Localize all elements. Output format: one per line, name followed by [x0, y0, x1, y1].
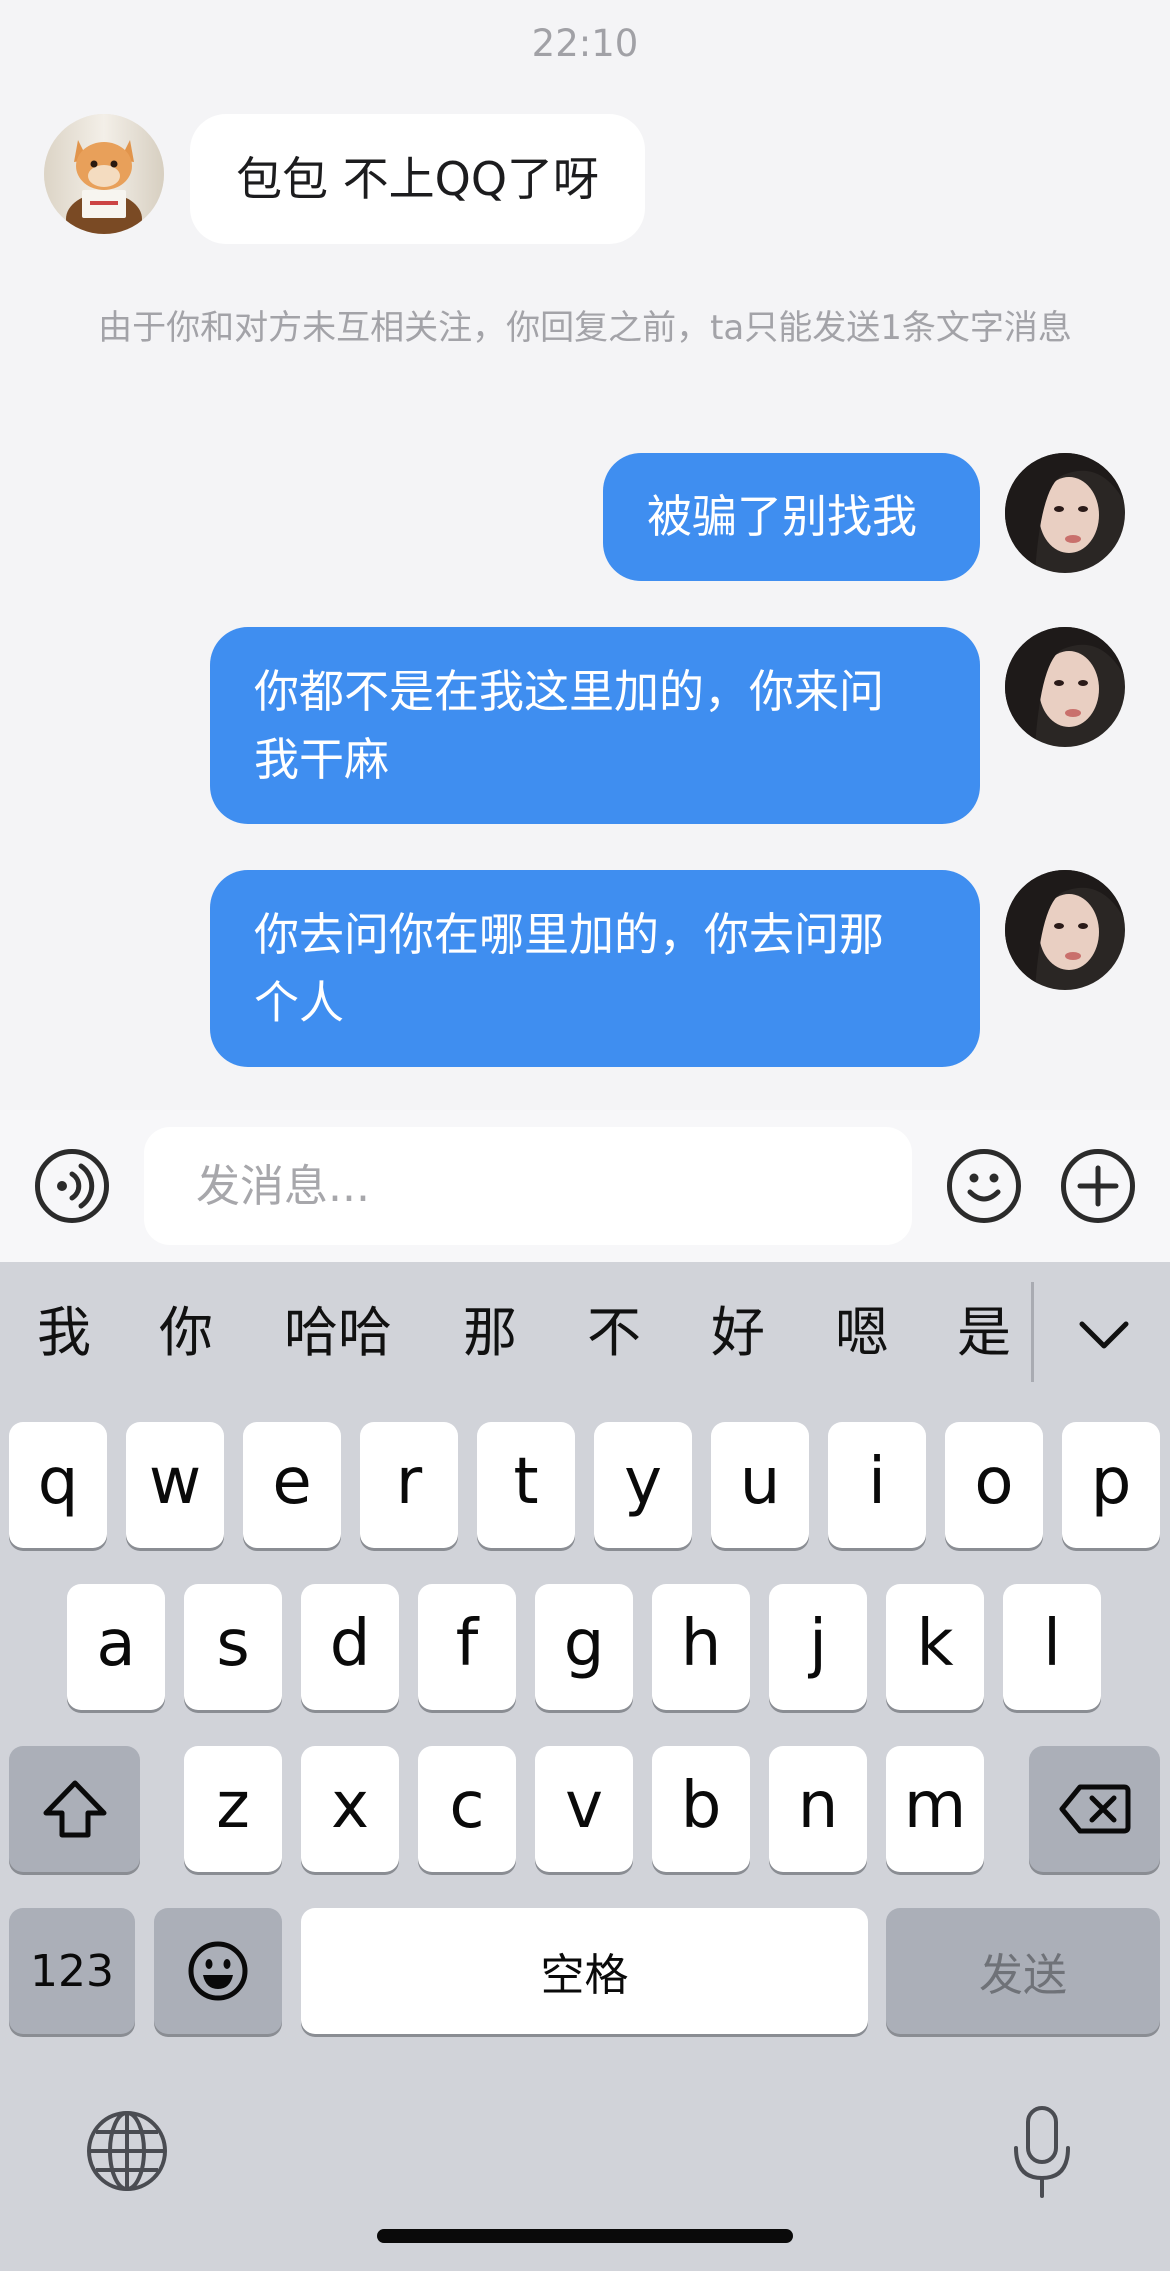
system-notice: 由于你和对方未互相关注，你回复之前，ta只能发送1条文字消息	[98, 308, 1072, 348]
backspace-icon	[1059, 1784, 1130, 1834]
home-indicator[interactable]	[377, 2229, 793, 2243]
candidate-word[interactable]: 不	[576, 1298, 652, 1368]
candidate-word[interactable]: 那	[452, 1298, 528, 1368]
delete-key[interactable]	[1029, 1746, 1160, 1872]
outgoing-message-text: 你都不是在我这里加的，你来问	[254, 665, 885, 718]
outgoing-message-bubble[interactable]: 被骗了别找我	[603, 453, 980, 581]
key-q[interactable]: q	[9, 1422, 107, 1548]
key-r[interactable]: r	[360, 1422, 458, 1548]
voice-icon[interactable]	[35, 1149, 109, 1223]
candidate-divider	[1031, 1282, 1034, 1382]
microphone-icon[interactable]	[1004, 2102, 1080, 2202]
shift-icon	[43, 1780, 106, 1838]
outgoing-message-text: 被骗了别找我	[647, 490, 918, 543]
key-i[interactable]: i	[828, 1422, 926, 1548]
key-l[interactable]: l	[1003, 1584, 1101, 1710]
send-key[interactable]: 发送	[886, 1908, 1160, 2034]
candidate-word[interactable]: 是	[946, 1298, 1022, 1368]
outgoing-message-bubble[interactable]: 你都不是在我这里加的，你来问 我干麻	[210, 627, 980, 824]
key-f[interactable]: f	[418, 1584, 516, 1710]
user-avatar[interactable]	[1005, 870, 1125, 990]
candidate-word[interactable]: 我	[26, 1298, 102, 1368]
chevron-down-icon[interactable]	[1072, 1304, 1136, 1368]
key-p[interactable]: p	[1062, 1422, 1160, 1548]
keyboard: 我 你 哈哈 那 不 好 嗯 是 q w e r t y u i o p a s…	[0, 1262, 1170, 2271]
key-z[interactable]: z	[184, 1746, 282, 1872]
key-j[interactable]: j	[769, 1584, 867, 1710]
key-b[interactable]: b	[652, 1746, 750, 1872]
key-c[interactable]: c	[418, 1746, 516, 1872]
key-a[interactable]: a	[67, 1584, 165, 1710]
key-m[interactable]: m	[886, 1746, 984, 1872]
numbers-key[interactable]: 123	[9, 1908, 135, 2034]
key-k[interactable]: k	[886, 1584, 984, 1710]
key-n[interactable]: n	[769, 1746, 867, 1872]
key-g[interactable]: g	[535, 1584, 633, 1710]
candidate-word[interactable]: 你	[148, 1298, 224, 1368]
contact-avatar[interactable]	[44, 114, 164, 234]
key-o[interactable]: o	[945, 1422, 1043, 1548]
key-v[interactable]: v	[535, 1746, 633, 1872]
message-input[interactable]	[144, 1127, 912, 1245]
globe-icon[interactable]	[84, 2108, 170, 2194]
key-t[interactable]: t	[477, 1422, 575, 1548]
key-h[interactable]: h	[652, 1584, 750, 1710]
user-avatar[interactable]	[1005, 453, 1125, 573]
candidate-word[interactable]: 嗯	[824, 1298, 900, 1368]
emoji-keyboard-key[interactable]	[154, 1908, 282, 2034]
message-timestamp: 22:10	[531, 22, 639, 65]
space-key[interactable]: 空格	[301, 1908, 868, 2034]
candidate-word[interactable]: 好	[700, 1298, 776, 1368]
outgoing-message-text: 个人	[254, 976, 345, 1029]
outgoing-message-text: 你去问你在哪里加的，你去问那	[254, 908, 885, 961]
key-u[interactable]: u	[711, 1422, 809, 1548]
shift-key[interactable]	[9, 1746, 140, 1872]
key-x[interactable]: x	[301, 1746, 399, 1872]
key-y[interactable]: y	[594, 1422, 692, 1548]
emoji-icon[interactable]	[947, 1149, 1021, 1223]
key-s[interactable]: s	[184, 1584, 282, 1710]
key-w[interactable]: w	[126, 1422, 224, 1548]
candidate-bar: 我 你 哈哈 那 不 好 嗯 是	[0, 1262, 1170, 1422]
candidate-word[interactable]: 哈哈	[272, 1298, 404, 1368]
key-e[interactable]: e	[243, 1422, 341, 1548]
message-input-bar	[0, 1110, 1170, 1262]
plus-icon[interactable]	[1061, 1149, 1135, 1223]
incoming-message-text: 包包 不上QQ了呀	[236, 152, 600, 206]
emoji-keyboard-icon	[188, 1941, 248, 2001]
incoming-message-bubble[interactable]: 包包 不上QQ了呀	[190, 114, 646, 244]
user-avatar[interactable]	[1005, 627, 1125, 747]
outgoing-message-bubble[interactable]: 你去问你在哪里加的，你去问那 个人	[210, 870, 980, 1067]
key-d[interactable]: d	[301, 1584, 399, 1710]
outgoing-message-text: 我干麻	[254, 733, 390, 786]
